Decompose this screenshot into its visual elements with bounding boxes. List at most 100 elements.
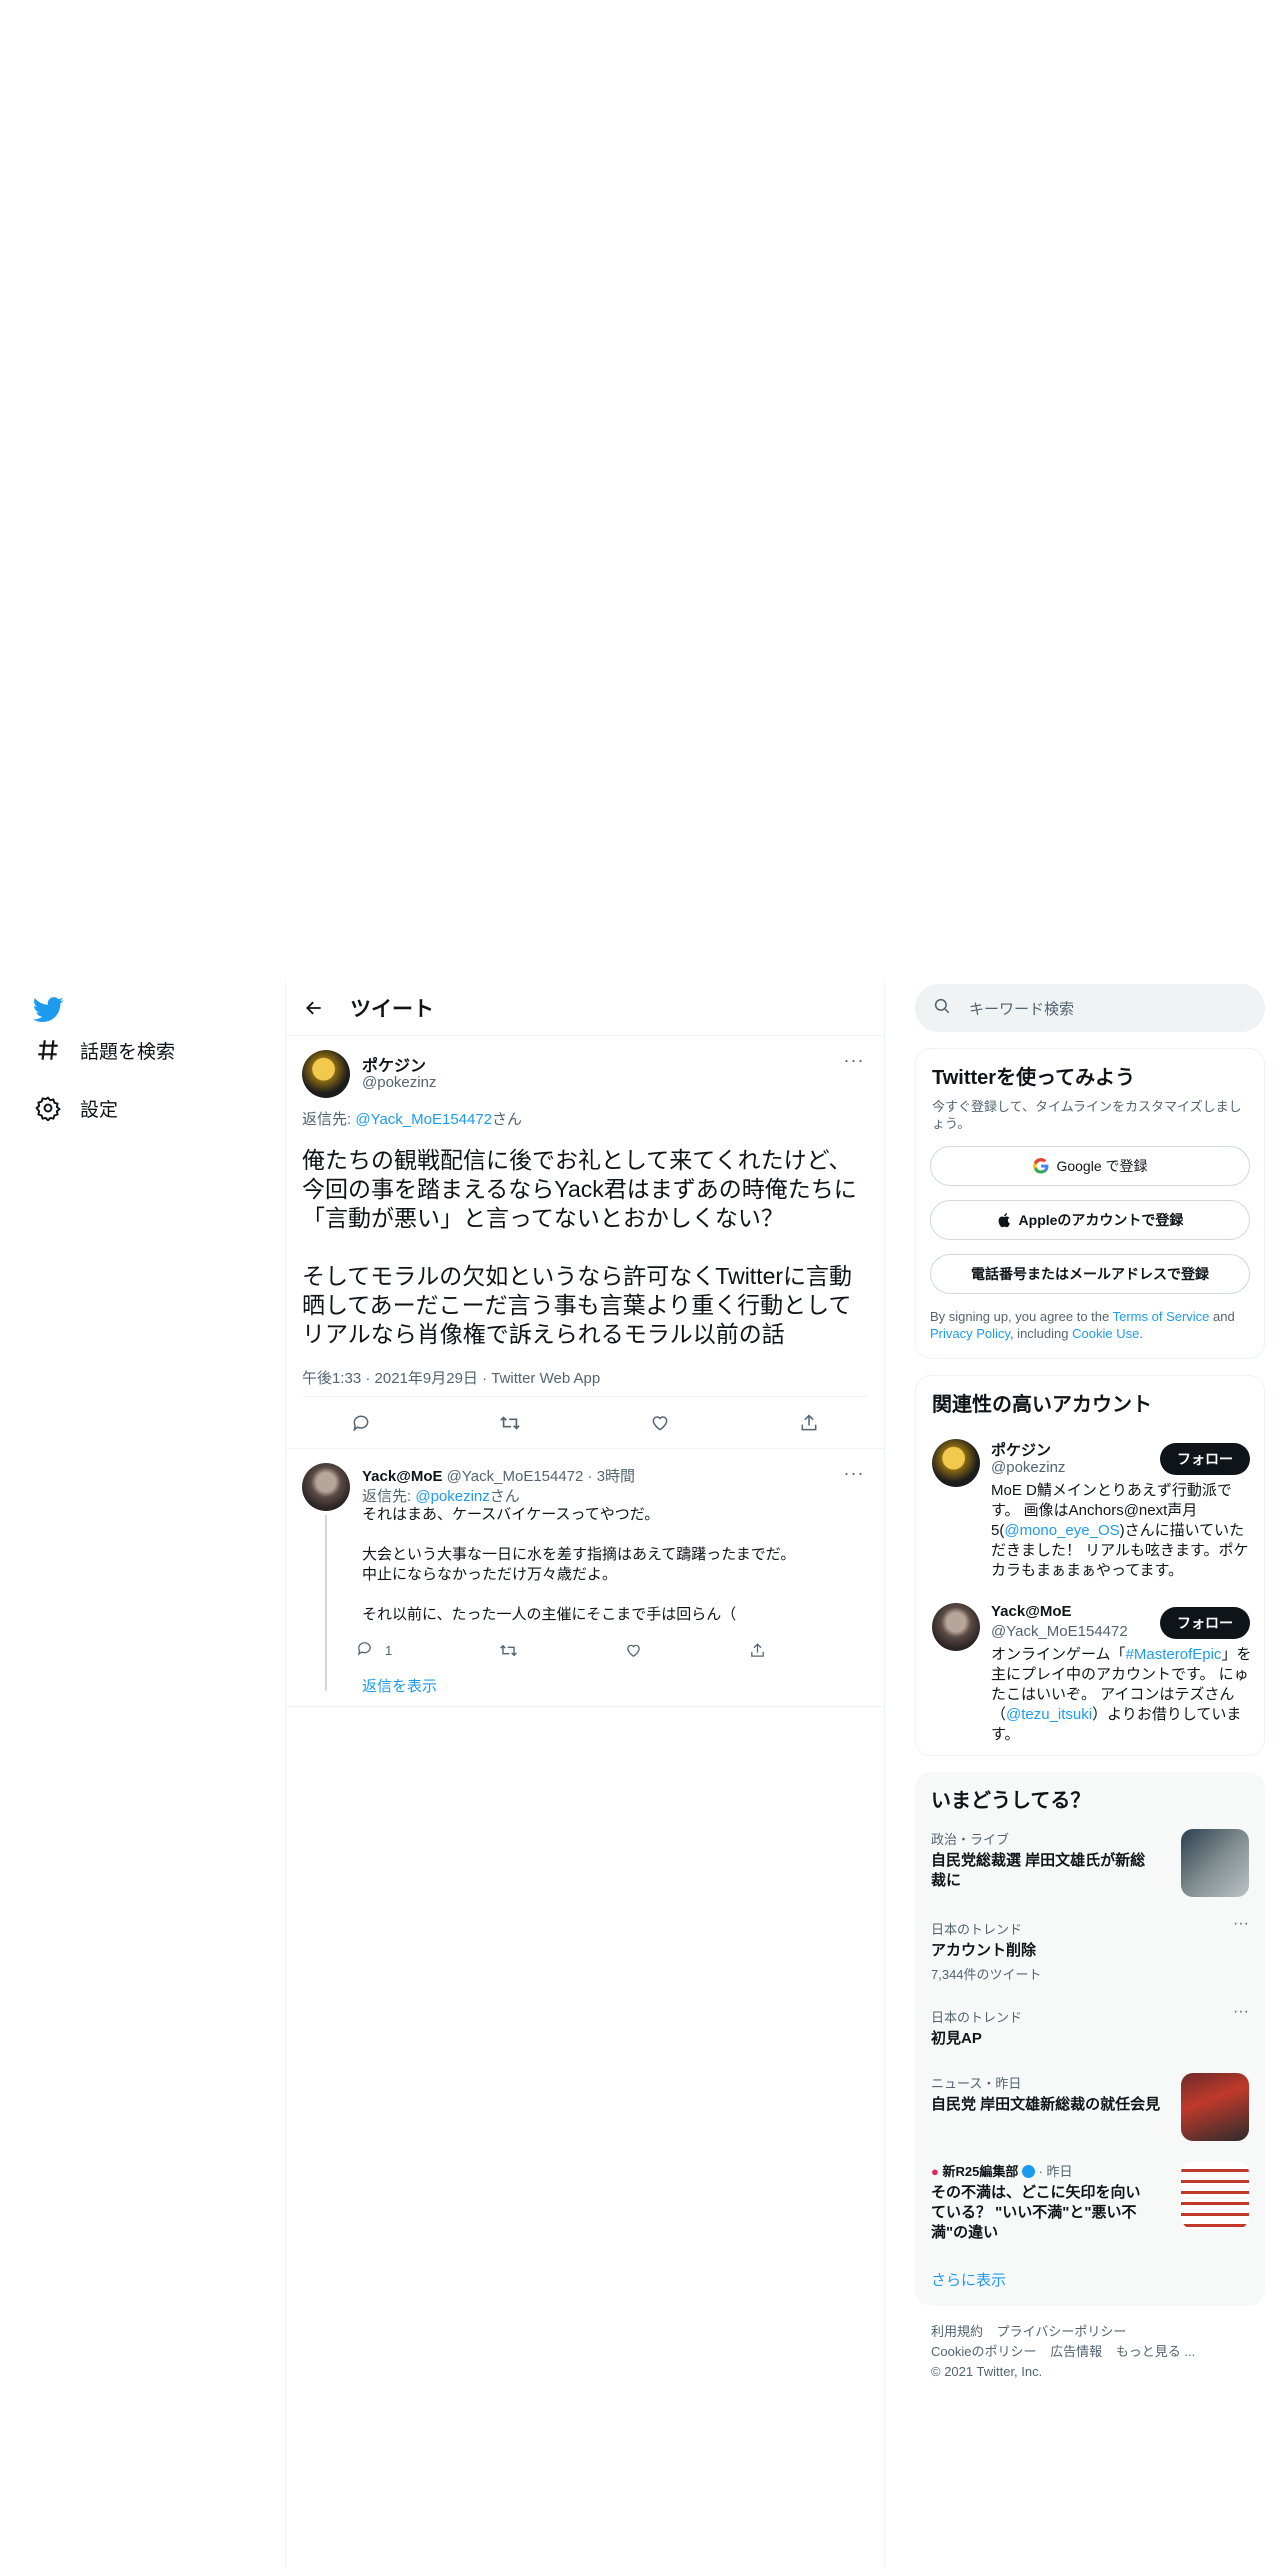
trend-item[interactable]: 日本のトレンド 初見AP ··· (915, 1995, 1265, 2061)
reply-context: 返信先: @pokezinzさん (362, 1488, 520, 1505)
search-icon (933, 997, 951, 1020)
related-title: 関連性の高いアカウント (932, 1394, 1152, 1416)
more-icon[interactable]: ··· (840, 1050, 868, 1070)
user-handle[interactable]: @Yack_MoE154472 (991, 1623, 1128, 1640)
trend-context: 日本のトレンド (931, 1922, 1023, 1937)
back-arrow-icon[interactable] (296, 990, 332, 1026)
signup-subtitle: 今すぐ登録して、タイムラインをカスタマイズしましょう。 (932, 1099, 1242, 1131)
nav-explore[interactable]: 話題を検索 (30, 1030, 175, 1070)
mention-link[interactable]: @mono_eye_OS (1004, 1522, 1119, 1539)
avatar[interactable] (302, 1463, 350, 1511)
twitter-logo-icon[interactable] (32, 994, 64, 1026)
share-icon[interactable] (791, 1405, 827, 1441)
account-bio: オンラインゲーム「#MasterofEpic」を主にプレイ中のアカウントです。 … (991, 1646, 1252, 1743)
tweet-text: 俺たちの観戦配信に後でお礼として来てくれたけど、今回の事を踏まえるならYack君… (302, 1147, 857, 1347)
nav-settings[interactable]: 設定 (30, 1088, 118, 1128)
trend-context: 日本のトレンド (931, 2010, 1023, 2025)
user-handle[interactable]: @pokezinz (991, 1459, 1065, 1476)
trend-title: 初見AP (931, 2030, 982, 2047)
privacy-link[interactable]: Privacy Policy (930, 1326, 1010, 1341)
phone-signup-label: 電話番号またはメールアドレスで登録 (971, 1266, 1209, 1282)
tweet-timestamp[interactable]: 午後1:33 · 2021年9月29日 · Twitter Web App (302, 1361, 868, 1397)
reply-count: 1 (385, 1642, 393, 1658)
account-bio: MoE D鯖メインとりあえず行動派です。 画像はAnchors@next声月5(… (991, 1482, 1249, 1579)
trend-item[interactable]: ニュース・昨日 自民党 岸田文雄新総裁の就任会見 (915, 2061, 1265, 2149)
trend-item[interactable]: 政治・ライブ 自民党総裁選 岸田文雄氏が新総裁に (915, 1817, 1265, 1907)
trend-title: 自民党総裁選 岸田文雄氏が新総裁に (931, 1852, 1146, 1889)
retweet-icon[interactable] (499, 1635, 518, 1665)
reply-header: Yack@MoE @Yack_MoE154472 · 3時間 (362, 1465, 635, 1486)
trend-title: アカウント削除 (931, 1942, 1037, 1959)
avatar[interactable] (932, 1439, 980, 1487)
trend-item[interactable]: ● 新R25編集部 · 昨日 その不満は、どこに矢印を向いている？ "いい不満"… (915, 2149, 1265, 2253)
more-icon[interactable]: ··· (840, 1463, 868, 1483)
mention-link[interactable]: @pokezinz (415, 1488, 489, 1505)
footer-link[interactable]: プライバシーポリシー (997, 2324, 1127, 2339)
display-name[interactable]: Yack@MoE (362, 1468, 443, 1485)
google-signup-button[interactable]: Google で登録 (930, 1146, 1250, 1186)
footer-link[interactable]: もっと見る ... (1116, 2344, 1195, 2359)
tweet-actions: 1 (356, 1635, 826, 1665)
display-name[interactable]: Yack@MoE (991, 1603, 1072, 1620)
apple-signup-button[interactable]: Appleのアカウントで登録 (930, 1200, 1250, 1240)
footer-link[interactable]: 広告情報 (1050, 2344, 1102, 2359)
mention-link[interactable]: @tezu_itsuki (1006, 1706, 1092, 1723)
google-signup-label: Google で登録 (1056, 1158, 1148, 1174)
hashtag-link[interactable]: #MasterofEpic (1126, 1646, 1222, 1663)
page-header: ツイート (286, 980, 884, 1036)
show-replies-link[interactable]: 返信を表示 (362, 1675, 437, 1696)
trends-title: いまどうしてる？ (931, 1790, 1091, 1812)
reply-icon[interactable] (343, 1405, 379, 1441)
verified-icon (1021, 2165, 1035, 2178)
fire-icon: ● (931, 2164, 939, 2179)
phone-email-signup-button[interactable]: 電話番号またはメールアドレスで登録 (930, 1254, 1250, 1294)
avatar[interactable] (932, 1603, 980, 1651)
google-icon (1032, 1157, 1050, 1175)
trend-title: その不満は、どこに矢印を向いている？ "いい不満"と"悪い不満"の違い (931, 2184, 1141, 2241)
cookie-link[interactable]: Cookie Use (1072, 1326, 1139, 1341)
page-title: ツイート (350, 997, 434, 1021)
display-name[interactable]: ポケジン (362, 1052, 426, 1076)
terms-link[interactable]: Terms of Service (1113, 1309, 1210, 1324)
reply-icon (356, 1640, 373, 1660)
follow-button[interactable]: フォロー (1160, 1607, 1250, 1639)
display-name[interactable]: ポケジン (991, 1439, 1051, 1460)
trend-item[interactable]: 日本のトレンド アカウント削除 7,344件のツイート ··· (915, 1907, 1265, 1995)
user-handle[interactable]: @Yack_MoE154472 · 3時間 (447, 1468, 635, 1485)
copyright: © 2021 Twitter, Inc. (931, 2364, 1043, 2379)
trend-thumbnail (1181, 2161, 1249, 2229)
user-handle[interactable]: @pokezinz (362, 1074, 436, 1091)
footer: 利用規約 プライバシーポリシー Cookieのポリシー 広告情報 もっと見る .… (915, 2306, 1265, 2398)
trend-thumbnail (1181, 1829, 1249, 1897)
nav-settings-label: 設定 (80, 1099, 119, 1121)
apple-icon (997, 1212, 1013, 1228)
trend-thumbnail (1181, 2073, 1249, 2141)
reply-button[interactable]: 1 (356, 1635, 392, 1665)
trend-source: 新R25編集部 (942, 2164, 1019, 2179)
right-sidebar: キーワード検索 Twitterを使ってみよう 今すぐ登録して、タイムラインをカス… (915, 980, 1265, 2398)
share-icon[interactable] (749, 1635, 766, 1665)
more-icon[interactable]: ··· (1233, 2003, 1249, 2021)
signup-card: Twitterを使ってみよう 今すぐ登録して、タイムラインをカスタマイズしましょ… (915, 1048, 1265, 1359)
apple-signup-label: Appleのアカウントで登録 (1018, 1212, 1184, 1228)
account-item[interactable]: ポケジン @pokezinz フォロー MoE D鯖メインとりあえず行動派です。… (916, 1431, 1264, 1595)
footer-link[interactable]: 利用規約 (931, 2324, 983, 2339)
follow-button[interactable]: フォロー (1160, 1443, 1250, 1475)
like-icon[interactable] (642, 1405, 678, 1441)
main-column: ツイート ポケジン @pokezinz ··· 返信先: @Yack_MoE15… (286, 980, 884, 1707)
show-more-link[interactable]: さらに表示 (915, 2253, 1265, 2306)
gear-icon (30, 1090, 66, 1126)
account-item[interactable]: Yack@MoE @Yack_MoE154472 フォロー オンラインゲーム「#… (916, 1595, 1264, 1755)
retweet-icon[interactable] (492, 1405, 528, 1441)
reply-tweet[interactable]: Yack@MoE @Yack_MoE154472 · 3時間 ··· 返信先: … (286, 1449, 884, 1707)
mention-link[interactable]: @Yack_MoE154472 (355, 1111, 492, 1128)
like-icon[interactable] (625, 1635, 642, 1665)
search-input[interactable]: キーワード検索 (915, 984, 1265, 1032)
search-placeholder: キーワード検索 (969, 1000, 1075, 1018)
hashtag-icon (30, 1032, 66, 1068)
footer-link[interactable]: Cookieのポリシー (931, 2344, 1036, 2359)
avatar[interactable] (302, 1050, 350, 1098)
terms-text: By signing up, you agree to the Terms of… (930, 1309, 1235, 1341)
more-icon[interactable]: ··· (1233, 1915, 1249, 1933)
reply-context: 返信先: @Yack_MoE154472さん (302, 1111, 523, 1128)
